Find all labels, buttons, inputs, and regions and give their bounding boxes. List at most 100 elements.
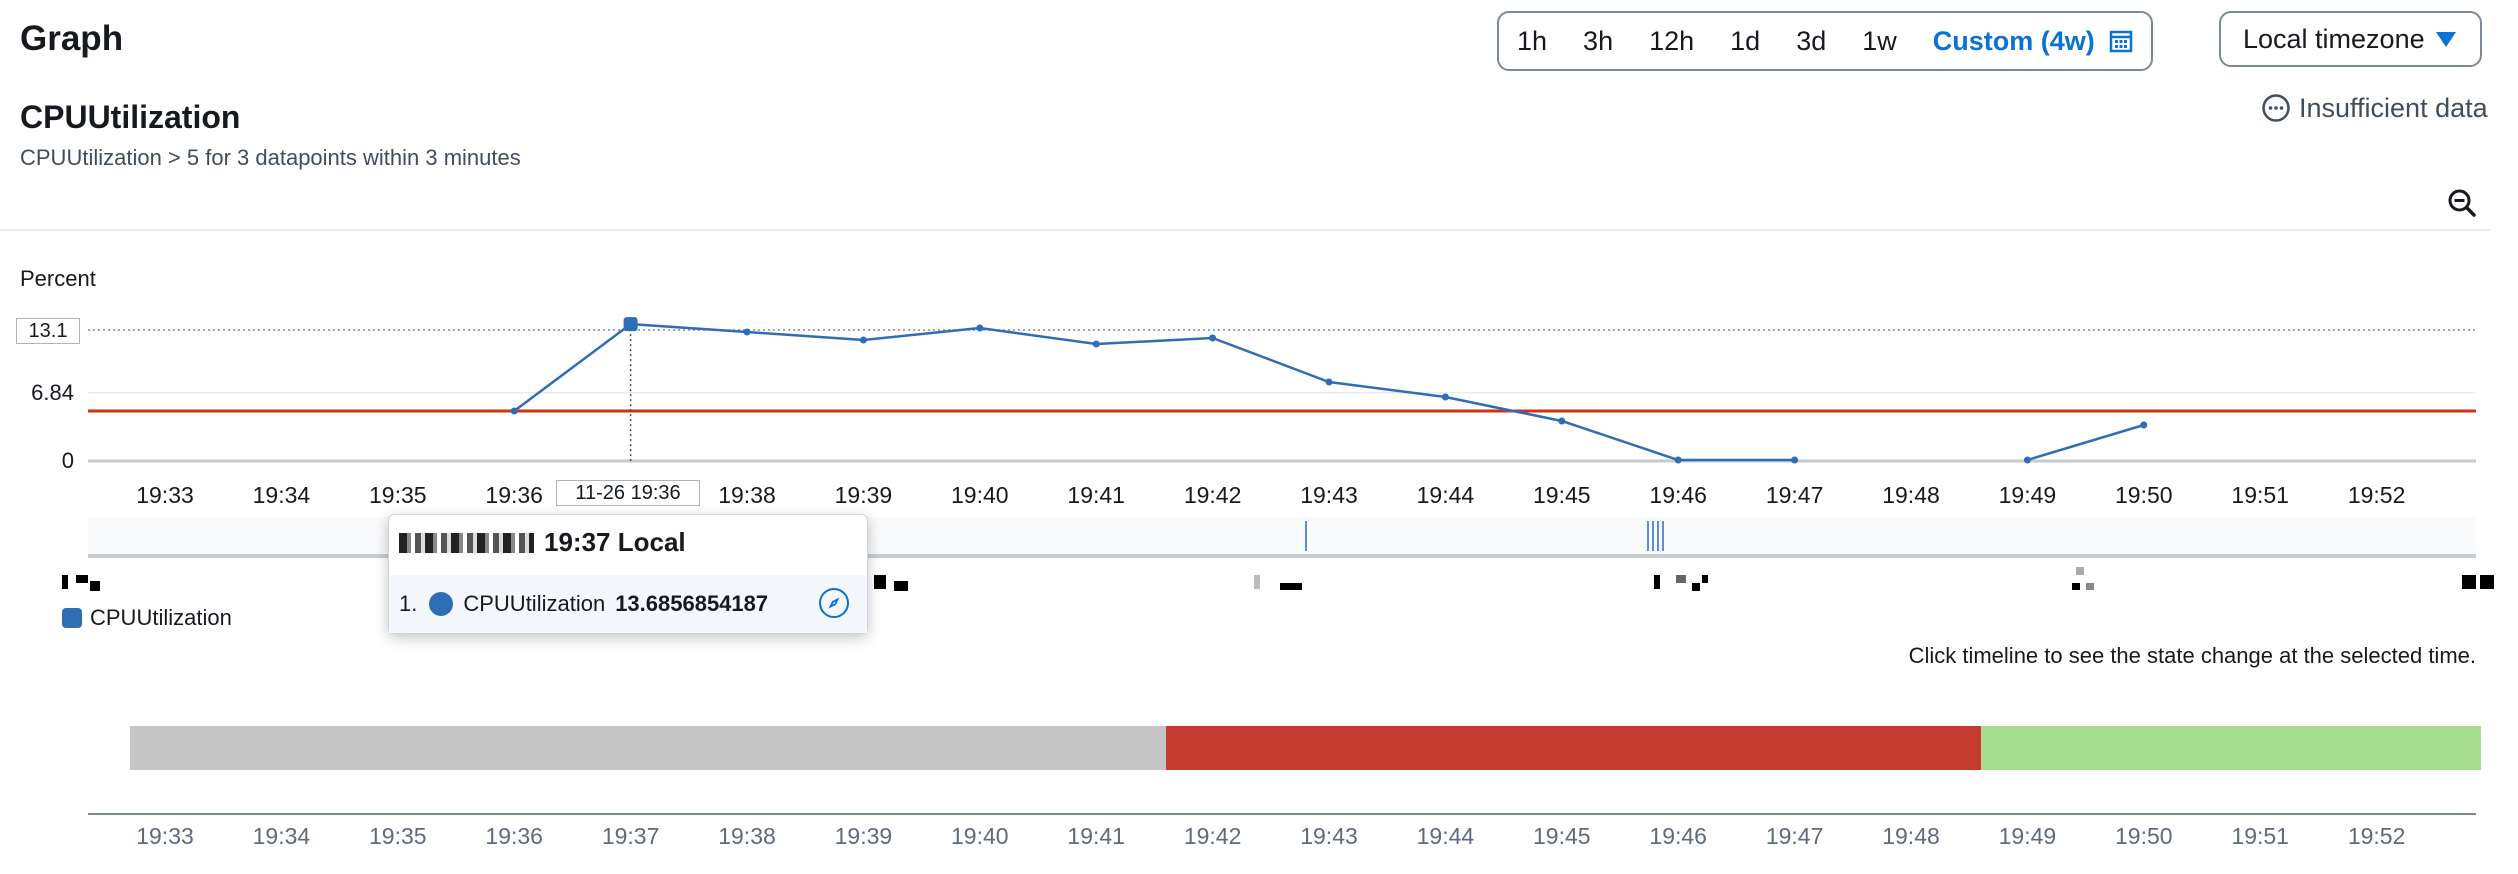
- section-divider: [0, 229, 2490, 231]
- tooltip-value: 13.6856854187: [615, 591, 769, 616]
- timeline-tick-label: 19:45: [1533, 823, 1591, 849]
- ellipsis-circle-icon: [2262, 94, 2290, 122]
- data-point: [1325, 378, 1333, 386]
- legend-label: CPUUtilization: [90, 605, 232, 630]
- data-point: [743, 328, 751, 336]
- range-button-12h[interactable]: 12h: [1631, 15, 1712, 67]
- x-tick-label: 19:48: [1882, 482, 1940, 508]
- data-point: [1791, 456, 1799, 464]
- x-tick-label: 19:44: [1416, 482, 1475, 508]
- data-point: [1209, 334, 1217, 342]
- timeline-axis: [88, 813, 2476, 815]
- x-tick-label: 19:39: [834, 482, 893, 508]
- tooltip-row-index: 1.: [399, 591, 418, 616]
- x-tick-label: 19:47: [1765, 482, 1824, 508]
- timeline-tick-label: 19:52: [2347, 823, 2406, 849]
- x-tick-label: 19:33: [136, 482, 194, 508]
- x-tick-label: 19:41: [1067, 482, 1125, 508]
- data-point: [2023, 456, 2031, 464]
- x-tick-label: 19:46: [1649, 482, 1707, 508]
- timezone-label: Local timezone: [2243, 23, 2425, 54]
- x-tick-label: 19:36: [485, 482, 543, 508]
- timeline-segment[interactable]: [1166, 726, 1981, 770]
- timezone-dropdown[interactable]: Local timezone: [2219, 11, 2482, 67]
- x-tick-label: 19:40: [951, 482, 1009, 508]
- data-point: [1092, 340, 1100, 348]
- timeline-tick-label: 19:37: [601, 823, 660, 849]
- data-point: [510, 407, 518, 415]
- series-color-dot: [429, 592, 454, 616]
- x-tick-label: 19:34: [252, 482, 311, 508]
- range-button-1d[interactable]: 1d: [1712, 15, 1778, 67]
- legend-swatch: [62, 608, 82, 628]
- alarm-condition: CPUUtilization > 5 for 3 datapoints with…: [20, 145, 521, 170]
- y-max-label: 13.1: [16, 318, 80, 344]
- zoom-out-icon[interactable]: [2447, 188, 2477, 218]
- series-line: [2027, 423, 2145, 462]
- data-point: [859, 336, 867, 344]
- alarm-state-timeline[interactable]: [88, 726, 2482, 770]
- timeline-tick-label: 19:47: [1765, 823, 1824, 849]
- timeline-tick-label: 19:34: [252, 823, 311, 849]
- x-tick-label: 19:49: [1998, 482, 2057, 508]
- range-button-3h[interactable]: 3h: [1565, 15, 1631, 67]
- timeline-tick-label: 19:42: [1183, 823, 1242, 849]
- range-label: Custom (4w): [1932, 25, 2095, 56]
- x-tick-label: 19:45: [1533, 482, 1591, 508]
- timeline-tick-label: 19:33: [136, 823, 194, 849]
- timeline-tick-label: 19:46: [1649, 823, 1707, 849]
- calendar-icon: [2109, 29, 2133, 53]
- timeline-tick-label: 19:39: [834, 823, 893, 849]
- data-point: [1441, 393, 1449, 401]
- range-button-custom[interactable]: Custom (4w): [1915, 15, 2151, 67]
- timeline-tick-label: 19:41: [1067, 823, 1125, 849]
- highlighted-point: [623, 317, 638, 332]
- y-tick-label: 6.84: [31, 380, 74, 405]
- range-label: 12h: [1649, 25, 1695, 56]
- timeline-tick-label: 19:36: [485, 823, 543, 849]
- timeline-hint: Click timeline to see the state change a…: [1908, 643, 2476, 668]
- tooltip-metric: CPUUtilization: [463, 591, 606, 616]
- range-label: 1h: [1517, 25, 1548, 56]
- y-tick-label: 0: [61, 448, 74, 473]
- timeline-tick-label: 19:51: [2231, 823, 2289, 849]
- data-point: [1674, 456, 1682, 464]
- timeline-tick-label: 19:44: [1416, 823, 1475, 849]
- range-label: 1d: [1730, 25, 1761, 56]
- range-button-1h[interactable]: 1h: [1499, 15, 1565, 67]
- chart-legend[interactable]: CPUUtilization: [62, 605, 232, 631]
- y-axis-unit: Percent: [20, 266, 96, 291]
- alarm-state-badge: Insufficient data: [2261, 88, 2488, 128]
- data-point: [2140, 421, 2148, 429]
- alarm-name: CPUUtilization: [20, 99, 241, 135]
- timeline-tick-label: 19:35: [369, 823, 427, 849]
- x-tick-label: 19:51: [2231, 482, 2289, 508]
- timeline-tick-label: 19:40: [951, 823, 1009, 849]
- timeline-tick-label: 19:38: [718, 823, 776, 849]
- data-point: [976, 324, 984, 332]
- metric-chart[interactable]: [0, 300, 2518, 480]
- page-title: Graph: [20, 19, 124, 58]
- compass-icon[interactable]: [819, 588, 849, 618]
- range-label: 1w: [1862, 25, 1897, 56]
- tooltip-header: 19:37 Local: [399, 527, 686, 558]
- tooltip-time: 19:37 Local: [544, 527, 686, 557]
- range-button-3d[interactable]: 3d: [1778, 15, 1844, 67]
- data-point: [1558, 417, 1566, 425]
- x-tick-label: 19:52: [2347, 482, 2406, 508]
- range-label: 3d: [1796, 25, 1827, 56]
- timeline-tick-label: 19:43: [1300, 823, 1358, 849]
- caret-down-icon: [2436, 31, 2456, 47]
- x-tick-label: 19:35: [369, 482, 427, 508]
- x-tick-label: 19:38: [718, 482, 776, 508]
- alarm-state-label: Insufficient data: [2299, 93, 2488, 123]
- timeline-tick-label: 19:49: [1998, 823, 2057, 849]
- hover-x-label: 11-26 19:36: [556, 480, 700, 506]
- timeline-segment[interactable]: [1980, 726, 2482, 770]
- timeline-segment[interactable]: [130, 726, 1167, 770]
- time-range-selector: 1h 3h 12h 1d 3d 1w Custom (4w): [1497, 11, 2153, 71]
- range-label: 3h: [1583, 25, 1614, 56]
- x-tick-label: 19:42: [1183, 482, 1242, 508]
- x-tick-label: 19:43: [1300, 482, 1358, 508]
- range-button-1w[interactable]: 1w: [1844, 15, 1915, 67]
